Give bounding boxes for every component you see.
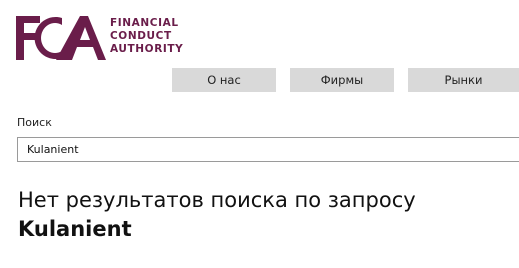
search-query-text: Kulanient: [18, 217, 132, 241]
nav-item-markets[interactable]: Рынки: [408, 68, 519, 92]
logo-line-authority: AUTHORITY: [110, 43, 184, 55]
fca-logo[interactable]: FINANCIAL CONDUCT AUTHORITY: [16, 16, 183, 60]
no-results-message: Нет результатов поиска по запросу: [18, 188, 416, 212]
logo-line-financial: FINANCIAL: [110, 17, 179, 29]
nav-item-about[interactable]: О нас: [172, 68, 276, 92]
fca-logo-wordmark: FINANCIAL CONDUCT AUTHORITY: [110, 17, 183, 56]
search-input[interactable]: [18, 138, 507, 161]
search-box: [17, 137, 519, 162]
logo-line-conduct: CONDUCT: [110, 30, 172, 42]
fca-logo-mark: [16, 16, 108, 60]
fca-logo-icon: [16, 16, 106, 60]
search-label: Поиск: [17, 116, 52, 129]
nav-item-firms[interactable]: Фирмы: [290, 68, 394, 92]
